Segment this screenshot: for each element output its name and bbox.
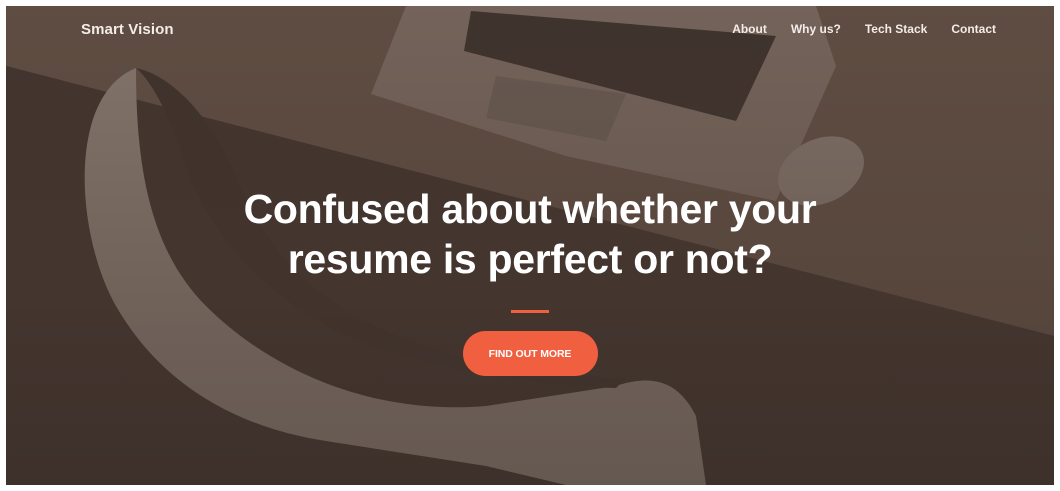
nav-link-tech-stack[interactable]: Tech Stack (865, 22, 927, 36)
nav-link-about[interactable]: About (732, 22, 767, 36)
title-divider (511, 310, 549, 313)
hero-content: Confused about whether your resume is pe… (6, 184, 1054, 376)
nav-link-contact[interactable]: Contact (951, 22, 996, 36)
navbar: Smart Vision About Why us? Tech Stack Co… (6, 6, 1054, 52)
hero-title-line-2: resume is perfect or not? (287, 236, 773, 282)
hero-title-line-1: Confused about whether your (243, 186, 817, 232)
hero-section: Smart Vision About Why us? Tech Stack Co… (6, 6, 1054, 485)
brand-logo-link[interactable]: Smart Vision (81, 21, 174, 38)
hero-title: Confused about whether your resume is pe… (210, 184, 850, 284)
find-out-more-button[interactable]: FIND OUT MORE (462, 331, 598, 376)
nav-links: About Why us? Tech Stack Contact (708, 22, 996, 36)
nav-link-why-us[interactable]: Why us? (791, 22, 841, 36)
